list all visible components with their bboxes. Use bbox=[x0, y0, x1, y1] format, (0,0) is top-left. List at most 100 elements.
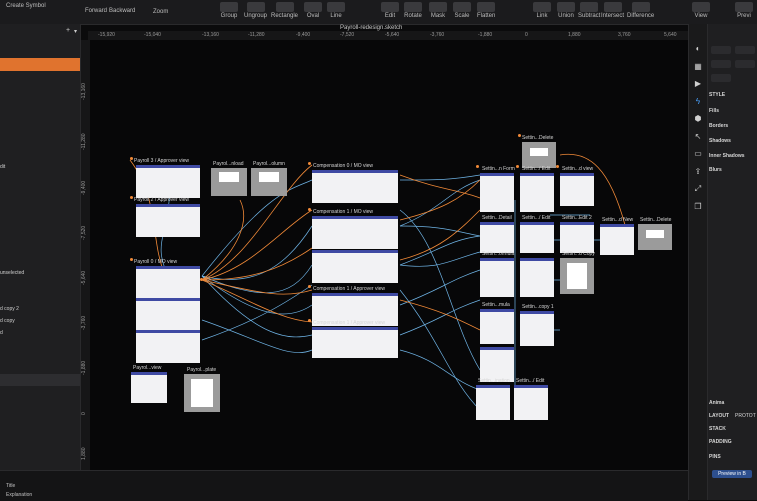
oval-icon bbox=[304, 2, 322, 12]
lightning-icon[interactable]: ϟ bbox=[693, 97, 703, 107]
artboard[interactable] bbox=[136, 298, 200, 331]
artboard[interactable] bbox=[312, 216, 398, 249]
view-button[interactable]: View bbox=[692, 2, 710, 19]
artboard[interactable] bbox=[131, 372, 167, 403]
artboard-label: Payroll 0 / MO view bbox=[134, 259, 178, 265]
shadows-section[interactable]: Shadows bbox=[709, 138, 731, 144]
tab-prototype[interactable]: PROTOT bbox=[735, 413, 756, 419]
zoom-control[interactable]: Zoom bbox=[153, 9, 168, 15]
view-icon bbox=[692, 2, 710, 12]
layer-item-selected[interactable] bbox=[0, 374, 80, 386]
link-button[interactable]: Link bbox=[533, 2, 551, 19]
forward-button[interactable]: Forward bbox=[85, 8, 107, 14]
borders-section[interactable]: Borders bbox=[709, 123, 728, 129]
artboard[interactable] bbox=[312, 170, 398, 203]
artboard[interactable] bbox=[480, 258, 514, 297]
stack-section[interactable]: STACK bbox=[709, 426, 726, 432]
artboard[interactable] bbox=[476, 385, 510, 420]
add-icon[interactable]: + bbox=[66, 27, 70, 34]
blurs-section[interactable]: Blurs bbox=[709, 167, 722, 173]
create-symbol-button[interactable]: Create Symbol bbox=[6, 3, 46, 9]
link-hotspot bbox=[516, 165, 519, 168]
resize-icon[interactable]: ⤢ bbox=[693, 184, 703, 194]
artboard[interactable] bbox=[136, 266, 200, 299]
canvas[interactable]: Payroll 3 / Approver view Payroll 2 / Ap… bbox=[90, 40, 688, 470]
artboard-label: Payrol...olumn bbox=[253, 161, 285, 167]
artboard[interactable] bbox=[520, 258, 554, 297]
tab-layout[interactable]: LAYOUT bbox=[709, 413, 729, 419]
layer-item[interactable]: dit bbox=[0, 164, 5, 170]
artboard[interactable] bbox=[560, 173, 594, 206]
artboard[interactable] bbox=[251, 168, 287, 196]
artboard[interactable] bbox=[136, 330, 200, 363]
artboard[interactable] bbox=[184, 374, 220, 412]
artboard-label: Settin.../ Edit bbox=[516, 378, 545, 384]
ruler-tick: -5,640 bbox=[385, 32, 400, 38]
padding-section[interactable]: PADDING bbox=[709, 439, 732, 445]
chevron-down-icon[interactable]: ▾ bbox=[74, 28, 77, 35]
layer-item[interactable]: d bbox=[0, 330, 3, 336]
artboard[interactable] bbox=[522, 142, 556, 168]
artboard[interactable] bbox=[560, 222, 594, 253]
play-icon[interactable]: ▶ bbox=[693, 79, 703, 89]
inner-shadows-section[interactable]: Inner Shadows bbox=[709, 153, 745, 159]
preview-button[interactable]: Previ bbox=[735, 2, 753, 19]
export-icon[interactable]: ⇪ bbox=[693, 167, 703, 177]
artboard[interactable] bbox=[480, 347, 514, 382]
explanation-layer[interactable]: Explanation bbox=[6, 492, 32, 498]
scale-button[interactable]: Scale bbox=[453, 2, 471, 19]
height-field[interactable] bbox=[735, 60, 755, 68]
artboard[interactable] bbox=[211, 168, 247, 196]
artboard[interactable] bbox=[560, 258, 594, 294]
difference-button[interactable]: Difference bbox=[627, 2, 654, 19]
mask-button[interactable]: Mask bbox=[429, 2, 447, 19]
title-layer[interactable]: Title bbox=[6, 483, 15, 489]
grid-icon[interactable]: ▦ bbox=[693, 62, 703, 72]
layers-icon[interactable]: ❐ bbox=[693, 202, 703, 212]
selected-page-row[interactable] bbox=[0, 58, 80, 71]
layer-item[interactable]: d copy 2 bbox=[0, 306, 19, 312]
union-button[interactable]: Union bbox=[557, 2, 575, 19]
intersect-button[interactable]: Intersect bbox=[601, 2, 624, 19]
artboard[interactable] bbox=[638, 224, 672, 250]
settings-icon[interactable]: ⬢ bbox=[693, 114, 703, 124]
ungroup-button[interactable]: Ungroup bbox=[244, 2, 267, 19]
artboard[interactable] bbox=[480, 309, 514, 344]
layer-item[interactable]: unselected bbox=[0, 270, 24, 276]
x-field[interactable] bbox=[711, 46, 731, 54]
ruler-tick: -1,880 bbox=[81, 360, 87, 375]
artboard[interactable] bbox=[312, 250, 398, 283]
preview-in-browser-button[interactable]: Preview in B bbox=[712, 470, 752, 478]
artboard[interactable] bbox=[136, 165, 200, 198]
pins-section[interactable]: PINS bbox=[709, 454, 721, 460]
artboard[interactable] bbox=[520, 222, 554, 253]
artboard[interactable] bbox=[480, 173, 514, 212]
artboard[interactable] bbox=[480, 222, 514, 253]
backward-button[interactable]: Backward bbox=[109, 8, 135, 14]
layer-item[interactable]: d copy bbox=[0, 318, 15, 324]
group-button[interactable]: Group bbox=[220, 2, 238, 19]
pointer-icon[interactable]: ↖ bbox=[693, 132, 703, 142]
artboard[interactable] bbox=[312, 327, 398, 358]
artboard[interactable] bbox=[514, 385, 548, 420]
subtract-button[interactable]: Subtract bbox=[578, 2, 600, 19]
oval-button[interactable]: Oval bbox=[304, 2, 322, 19]
y-field[interactable] bbox=[735, 46, 755, 54]
rotation-field[interactable] bbox=[711, 74, 731, 82]
rectangle-button[interactable]: Rectangle bbox=[271, 2, 298, 19]
artboard[interactable] bbox=[600, 224, 634, 255]
line-button[interactable]: Line bbox=[327, 2, 345, 19]
flatten-button[interactable]: Flatten bbox=[477, 2, 495, 19]
artboard[interactable] bbox=[520, 173, 554, 212]
rotate-button[interactable]: Rotate bbox=[404, 2, 422, 19]
inspector-tabs: ◐ ▦ ▶ ϟ ⬢ ↖ ▭ ⇪ ⤢ ❐ bbox=[689, 24, 708, 500]
link-line bbox=[201, 275, 313, 315]
edit-button[interactable]: Edit bbox=[381, 2, 399, 19]
comment-icon[interactable]: ▭ bbox=[693, 149, 703, 159]
artboard[interactable] bbox=[136, 204, 200, 237]
symbol-icon[interactable]: ◐ bbox=[693, 44, 703, 54]
ruler-tick: 1,880 bbox=[568, 32, 581, 38]
width-field[interactable] bbox=[711, 60, 731, 68]
artboard[interactable] bbox=[520, 311, 554, 346]
fills-section[interactable]: Fills bbox=[709, 108, 719, 114]
